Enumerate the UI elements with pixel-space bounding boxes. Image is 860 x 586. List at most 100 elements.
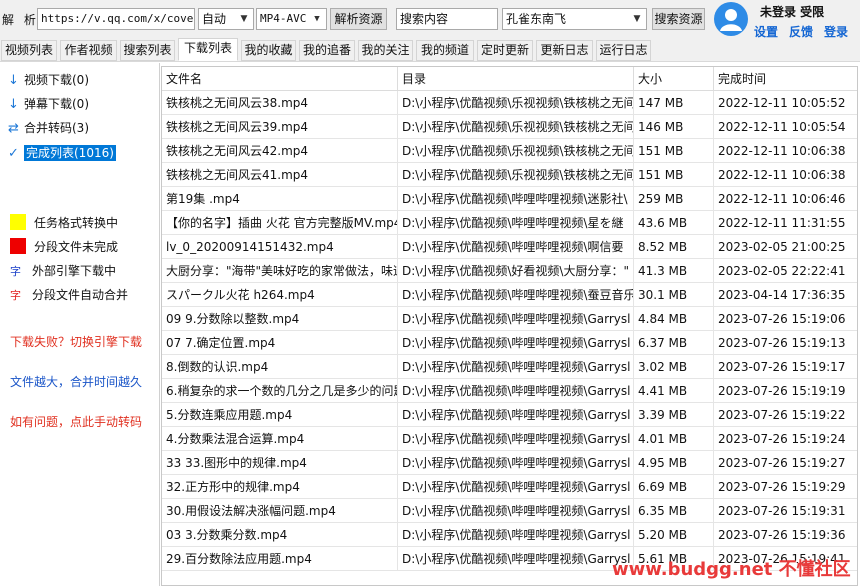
completed-time-cell: 2023-07-26 15:19:19 bbox=[718, 384, 846, 398]
directory-cell: D:\小程序\优酷视频\哔哩哔哩视频\Garrysl bbox=[398, 379, 634, 403]
settings-link[interactable]: 设置 bbox=[754, 23, 778, 40]
table-row[interactable]: 07 7.确定位置.mp4 D:\小程序\优酷视频\哔哩哔哩视频\Garrysl 6… bbox=[162, 331, 857, 355]
table-row[interactable]: 大厨分享："海带"美味好吃的家常做法，味道 D:\小程序\优酷视频\好看视频\大厨… bbox=[162, 259, 857, 283]
completed-time-cell: 2023-07-26 15:19:36 bbox=[718, 528, 846, 542]
table-row[interactable]: 8.倒数的认识.mp4 D:\小程序\优酷视频\哔哩哔哩视频\Garrysl 3.0… bbox=[162, 355, 857, 379]
sidebar-item-label: 完成列表(1016) bbox=[24, 145, 116, 161]
avatar[interactable] bbox=[714, 2, 748, 36]
table-row[interactable]: 5.分数连乘应用题.mp4 D:\小程序\优酷视频\哔哩哔哩视频\Garrysl 3… bbox=[162, 403, 857, 427]
feedback-link[interactable]: 反馈 bbox=[789, 23, 813, 40]
chevron-down-icon: ▼ bbox=[314, 14, 320, 24]
tab-update-log[interactable]: 更新日志 bbox=[536, 40, 593, 61]
completed-time-cell: 2022-12-11 10:05:54 bbox=[718, 120, 846, 134]
column-header-size[interactable]: 大小 bbox=[634, 67, 714, 91]
search-input[interactable]: 搜索内容 bbox=[396, 8, 498, 30]
search-button[interactable]: 搜索资源 bbox=[652, 8, 705, 30]
login-link[interactable]: 登录 bbox=[824, 23, 848, 40]
directory-cell: D:\小程序\优酷视频\哔哩哔哩视频\Garrysl bbox=[398, 475, 634, 499]
size-cell: 146 MB bbox=[634, 115, 714, 139]
column-header-completed-time[interactable]: 完成时间 bbox=[714, 67, 857, 91]
directory-cell: D:\小程序\优酷视频\乐视视频\铁核桃之无间 bbox=[398, 139, 634, 163]
legend-auto-merge: 字分段文件自动合并 bbox=[10, 285, 128, 305]
filename-cell: 4.分数乘法混合运算.mp4 bbox=[162, 427, 398, 451]
table-row[interactable]: スパークル火花 h264.mp4 D:\小程序\优酷视频\哔哩哔哩视频\蚕豆音乐 3… bbox=[162, 283, 857, 307]
tab-my-follow-series[interactable]: 我的追番 bbox=[299, 40, 355, 61]
zi-blue-icon: 字 bbox=[10, 265, 21, 278]
table-row[interactable]: 【你的名字】插曲 火花 官方完整版MV.mp4 D:\小程序\优酷视频\哔哩哔哩视… bbox=[162, 211, 857, 235]
tab-my-channels[interactable]: 我的频道 bbox=[416, 40, 474, 61]
directory-cell: D:\小程序\优酷视频\哔哩哔哩视频\Garrysl bbox=[398, 403, 634, 427]
directory-cell: D:\小程序\优酷视频\乐视视频\铁核桃之无间 bbox=[398, 163, 634, 187]
completed-time-cell: 2023-02-05 22:22:41 bbox=[718, 264, 846, 278]
format-select-value: MP4-AVC bbox=[260, 12, 307, 25]
parse-button[interactable]: 解析资源 bbox=[330, 8, 387, 30]
format-select[interactable]: MP4-AVC ▼ bbox=[256, 8, 327, 30]
switch-engine-link[interactable]: 下载失败？切换引擎下载 bbox=[10, 333, 142, 350]
column-header-filename[interactable]: 文件名 bbox=[162, 67, 398, 91]
directory-cell: D:\小程序\优酷视频\哔哩哔哩视频\Garrysl bbox=[398, 355, 634, 379]
tab-my-favorites[interactable]: 我的收藏 bbox=[241, 40, 296, 61]
red-swatch bbox=[10, 238, 26, 254]
tab-scheduled-update[interactable]: 定时更新 bbox=[477, 40, 533, 61]
directory-cell: D:\小程序\优酷视频\好看视频\大厨分享：" bbox=[398, 259, 634, 283]
filename-cell: 30.用假设法解决涨幅问题.mp4 bbox=[162, 499, 398, 523]
mode-select[interactable]: 自动 ▼ bbox=[198, 8, 254, 30]
size-cell: 6.35 MB bbox=[634, 499, 714, 523]
sidebar-item-label: 合并转码(3) bbox=[24, 121, 89, 135]
table-row[interactable]: 6.稍复杂的求一个数的几分之几是多少的问题 D:\小程序\优酷视频\哔哩哔哩视频\… bbox=[162, 379, 857, 403]
table-row[interactable]: 33 33.图形中的规律.mp4 D:\小程序\优酷视频\哔哩哔哩视频\Garry… bbox=[162, 451, 857, 475]
tab-bar: 视频列表 作者视频 搜索列表 下载列表 我的收藏 我的追番 我的关注 我的频道 … bbox=[0, 38, 860, 62]
sidebar-item-merge-transcode[interactable]: ⇄ 合并转码(3) bbox=[8, 118, 89, 138]
legend-converting: 任务格式转换中 bbox=[10, 213, 118, 233]
filename-cell: 5.分数连乘应用题.mp4 bbox=[162, 403, 398, 427]
legend-label: 分段文件自动合并 bbox=[32, 288, 129, 302]
legend-segment-incomplete: 分段文件未完成 bbox=[10, 237, 118, 257]
tab-download-list[interactable]: 下载列表 bbox=[178, 38, 238, 61]
filename-cell: 铁核桃之无间风云38.mp4 bbox=[162, 91, 398, 115]
directory-cell: D:\小程序\优酷视频\哔哩哔哩视频\Garrysl bbox=[398, 331, 634, 355]
legend-label: 外部引擎下载中 bbox=[32, 264, 117, 278]
source-select[interactable]: 孔雀东南飞 ▼ bbox=[502, 8, 647, 30]
completed-time-cell: 2022-12-11 10:06:38 bbox=[718, 144, 846, 158]
size-cell: 151 MB bbox=[634, 163, 714, 187]
filename-cell: 铁核桃之无间风云42.mp4 bbox=[162, 139, 398, 163]
tab-video-list[interactable]: 视频列表 bbox=[1, 40, 57, 61]
table-row[interactable]: 4.分数乘法混合运算.mp4 D:\小程序\优酷视频\哔哩哔哩视频\Garrysl… bbox=[162, 427, 857, 451]
filename-cell: 第19集 .mp4 bbox=[162, 187, 398, 211]
filename-cell: 铁核桃之无间风云41.mp4 bbox=[162, 163, 398, 187]
tab-author-videos[interactable]: 作者视频 bbox=[60, 40, 117, 61]
completed-time-cell: 2022-12-11 10:05:52 bbox=[718, 96, 846, 110]
tab-search-list[interactable]: 搜索列表 bbox=[120, 40, 175, 61]
chevron-down-icon: ▼ bbox=[633, 14, 641, 24]
tab-my-following[interactable]: 我的关注 bbox=[358, 40, 413, 61]
size-cell: 3.39 MB bbox=[634, 403, 714, 427]
table-row[interactable]: 第19集 .mp4 D:\小程序\优酷视频\哔哩哔哩视频\迷影社\ 259 MB 20… bbox=[162, 187, 857, 211]
completed-files-table[interactable]: 文件名 目录 大小 完成时间 铁核桃之无间风云38.mp4 D:\小程序\优酷视频… bbox=[161, 66, 858, 586]
table-row[interactable]: 03 3.分数乘分数.mp4 D:\小程序\优酷视频\哔哩哔哩视频\Garrysl… bbox=[162, 523, 857, 547]
url-input[interactable]: https://v.qq.com/x/cover/ bbox=[37, 8, 195, 30]
legend-label: 任务格式转换中 bbox=[34, 216, 119, 230]
user-icon bbox=[720, 9, 742, 31]
completed-time-cell: 2023-07-26 15:19:31 bbox=[718, 504, 846, 518]
table-row[interactable]: 铁核桃之无间风云42.mp4 D:\小程序\优酷视频\乐视视频\铁核桃之无间 151… bbox=[162, 139, 857, 163]
directory-cell: D:\小程序\优酷视频\哔哩哔哩视频\蚕豆音乐 bbox=[398, 283, 634, 307]
table-row[interactable]: 铁核桃之无间风云38.mp4 D:\小程序\优酷视频\乐视视频\铁核桃之无间 147… bbox=[162, 91, 857, 115]
sidebar-item-completed-list[interactable]: ✓ 完成列表(1016) bbox=[8, 143, 116, 163]
yellow-swatch bbox=[10, 214, 26, 230]
table-row[interactable]: lv_0_20200914151432.mp4 D:\小程序\优酷视频\哔哩哔哩视… bbox=[162, 235, 857, 259]
sidebar-item-video-download[interactable]: ↓ 视频下载(0) bbox=[8, 70, 89, 90]
directory-cell: D:\小程序\优酷视频\哔哩哔哩视频\Garrysl bbox=[398, 499, 634, 523]
size-cell: 259 MB bbox=[634, 187, 714, 211]
completed-time-cell: 2023-07-26 15:19:17 bbox=[718, 360, 846, 374]
manual-transcode-link[interactable]: 如有问题，点此手动转码 bbox=[10, 413, 142, 430]
table-row[interactable]: 32.正方形中的规律.mp4 D:\小程序\优酷视频\哔哩哔哩视频\Garrysl… bbox=[162, 475, 857, 499]
table-row[interactable]: 09 9.分数除以整数.mp4 D:\小程序\优酷视频\哔哩哔哩视频\Garrys… bbox=[162, 307, 857, 331]
sidebar-item-danmaku-download[interactable]: ↓ 弹幕下载(0) bbox=[8, 94, 89, 114]
column-header-directory[interactable]: 目录 bbox=[398, 67, 634, 91]
table-row[interactable]: 铁核桃之无间风云41.mp4 D:\小程序\优酷视频\乐视视频\铁核桃之无间 151… bbox=[162, 163, 857, 187]
table-row[interactable]: 30.用假设法解决涨幅问题.mp4 D:\小程序\优酷视频\哔哩哔哩视频\Garr… bbox=[162, 499, 857, 523]
size-cell: 151 MB bbox=[634, 139, 714, 163]
table-row[interactable]: 铁核桃之无间风云39.mp4 D:\小程序\优酷视频\乐视视频\铁核桃之无间 146… bbox=[162, 115, 857, 139]
top-toolbar: 解 析: https://v.qq.com/x/cover/ 自动 ▼ MP4-… bbox=[0, 0, 860, 40]
tab-run-log[interactable]: 运行日志 bbox=[596, 40, 651, 61]
